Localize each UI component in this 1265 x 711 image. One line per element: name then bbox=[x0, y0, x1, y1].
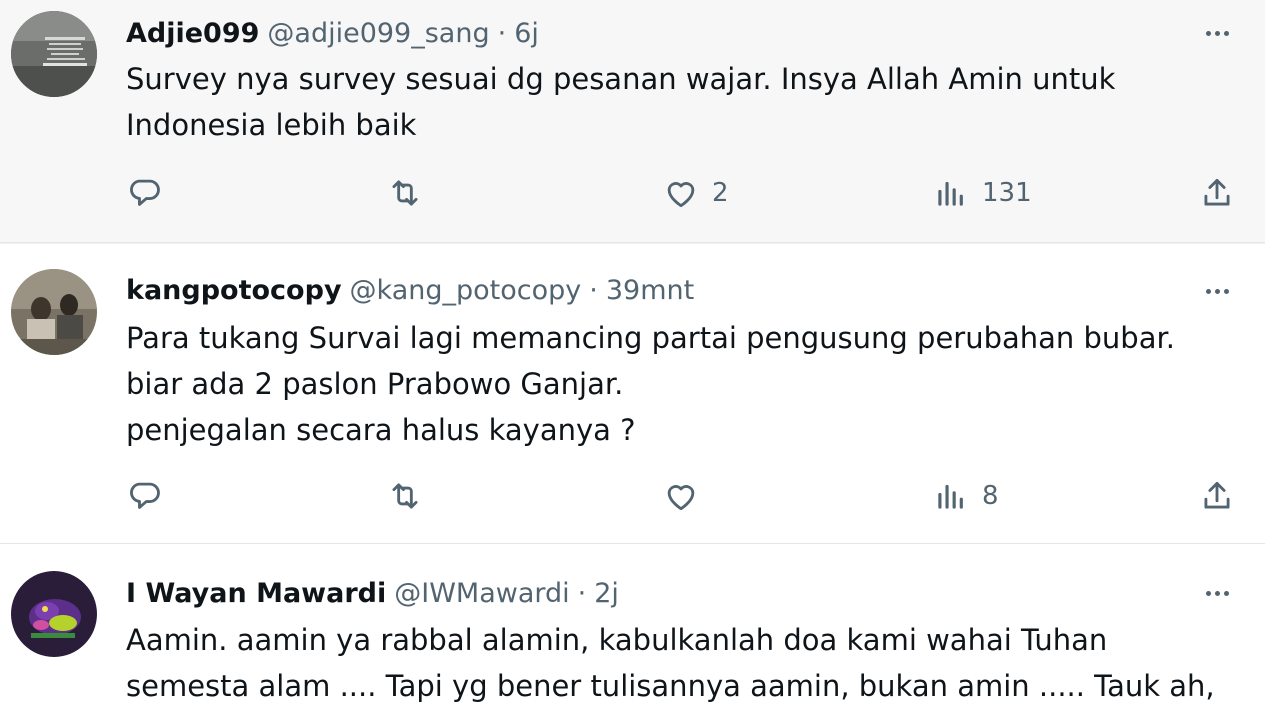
heart-icon bbox=[667, 182, 695, 208]
like-count: 2 bbox=[712, 178, 729, 208]
tweet-3[interactable]: I Wayan Mawardi @IWMawardi · 2j Aamin. a… bbox=[0, 544, 1265, 711]
retweet-button[interactable] bbox=[386, 173, 424, 213]
reply-icon bbox=[130, 482, 160, 509]
action-bar: 2 131 bbox=[126, 173, 1246, 213]
more-icon[interactable] bbox=[1199, 578, 1235, 608]
tweet-2[interactable]: kangpotocopy @kang_potocopy · 39mnt Para… bbox=[0, 243, 1265, 544]
heart-icon bbox=[667, 485, 695, 511]
reply-feed: Adjie099 @adjie099_sang · 6j Survey nya … bbox=[0, 0, 1265, 711]
avatar-image bbox=[11, 269, 97, 355]
share-button[interactable] bbox=[1198, 476, 1236, 516]
avatar-image bbox=[11, 11, 97, 97]
display-name[interactable]: kangpotocopy bbox=[126, 275, 342, 306]
reply-button[interactable] bbox=[126, 173, 164, 213]
share-button[interactable] bbox=[1198, 173, 1236, 213]
tweet-text-line: Indonesia lebih baik bbox=[126, 108, 417, 142]
display-name[interactable]: I Wayan Mawardi bbox=[126, 578, 386, 609]
views-icon bbox=[938, 181, 963, 206]
action-bar: 8 bbox=[126, 476, 1246, 516]
more-icon[interactable] bbox=[1199, 276, 1235, 306]
user-handle[interactable]: @IWMawardi bbox=[394, 578, 569, 609]
views-icon bbox=[938, 484, 963, 509]
reply-icon bbox=[130, 179, 160, 206]
avatar[interactable] bbox=[11, 11, 97, 97]
display-name[interactable]: Adjie099 bbox=[126, 18, 259, 49]
reply-button[interactable] bbox=[126, 476, 164, 516]
tweet-text-line: Para tukang Survai lagi memancing partai… bbox=[126, 321, 1175, 355]
tweet-text-line: semesta alam .... Tapi yg bener tulisann… bbox=[126, 669, 1215, 703]
views-button[interactable]: 131 bbox=[932, 173, 1032, 213]
like-button[interactable]: 2 bbox=[662, 173, 729, 213]
separator: · bbox=[589, 274, 598, 306]
view-count: 131 bbox=[982, 178, 1032, 208]
user-handle[interactable]: @adjie099_sang bbox=[267, 18, 489, 49]
avatar[interactable] bbox=[11, 571, 97, 657]
tweet-header: I Wayan Mawardi @IWMawardi · 2j bbox=[126, 573, 619, 613]
share-icon bbox=[1204, 481, 1230, 509]
tweet-text-line: penjegalan secara halus kayanya ? bbox=[126, 413, 636, 447]
tweet-header: Adjie099 @adjie099_sang · 6j bbox=[126, 13, 539, 53]
separator: · bbox=[577, 577, 587, 609]
avatar-image bbox=[11, 571, 97, 657]
tweet-text: Para tukang Survai lagi memancing partai… bbox=[126, 315, 1226, 453]
like-button[interactable] bbox=[662, 476, 712, 516]
retweet-icon bbox=[392, 483, 418, 509]
timestamp[interactable]: 6j bbox=[514, 18, 539, 49]
tweet-text: Aamin. aamin ya rabbal alamin, kabulkanl… bbox=[126, 617, 1226, 709]
tweet-text-line: Aamin. aamin ya rabbal alamin, kabulkanl… bbox=[126, 623, 1108, 657]
tweet-header: kangpotocopy @kang_potocopy · 39mnt bbox=[126, 270, 694, 310]
timestamp[interactable]: 2j bbox=[594, 578, 619, 609]
timestamp[interactable]: 39mnt bbox=[606, 275, 694, 306]
tweet-text-line: Survey nya survey sesuai dg pesanan waja… bbox=[126, 62, 1116, 96]
avatar[interactable] bbox=[11, 269, 97, 355]
share-icon bbox=[1204, 178, 1230, 206]
tweet-text-line: biar ada 2 paslon Prabowo Ganjar. bbox=[126, 367, 624, 401]
views-button[interactable]: 8 bbox=[932, 476, 999, 516]
view-count: 8 bbox=[982, 481, 999, 511]
more-icon[interactable] bbox=[1199, 18, 1235, 48]
tweet-text: Survey nya survey sesuai dg pesanan waja… bbox=[126, 56, 1226, 148]
separator: · bbox=[497, 17, 507, 49]
user-handle[interactable]: @kang_potocopy bbox=[350, 275, 582, 306]
retweet-button[interactable] bbox=[386, 476, 424, 516]
retweet-icon bbox=[392, 180, 418, 206]
tweet-1[interactable]: Adjie099 @adjie099_sang · 6j Survey nya … bbox=[0, 0, 1265, 243]
